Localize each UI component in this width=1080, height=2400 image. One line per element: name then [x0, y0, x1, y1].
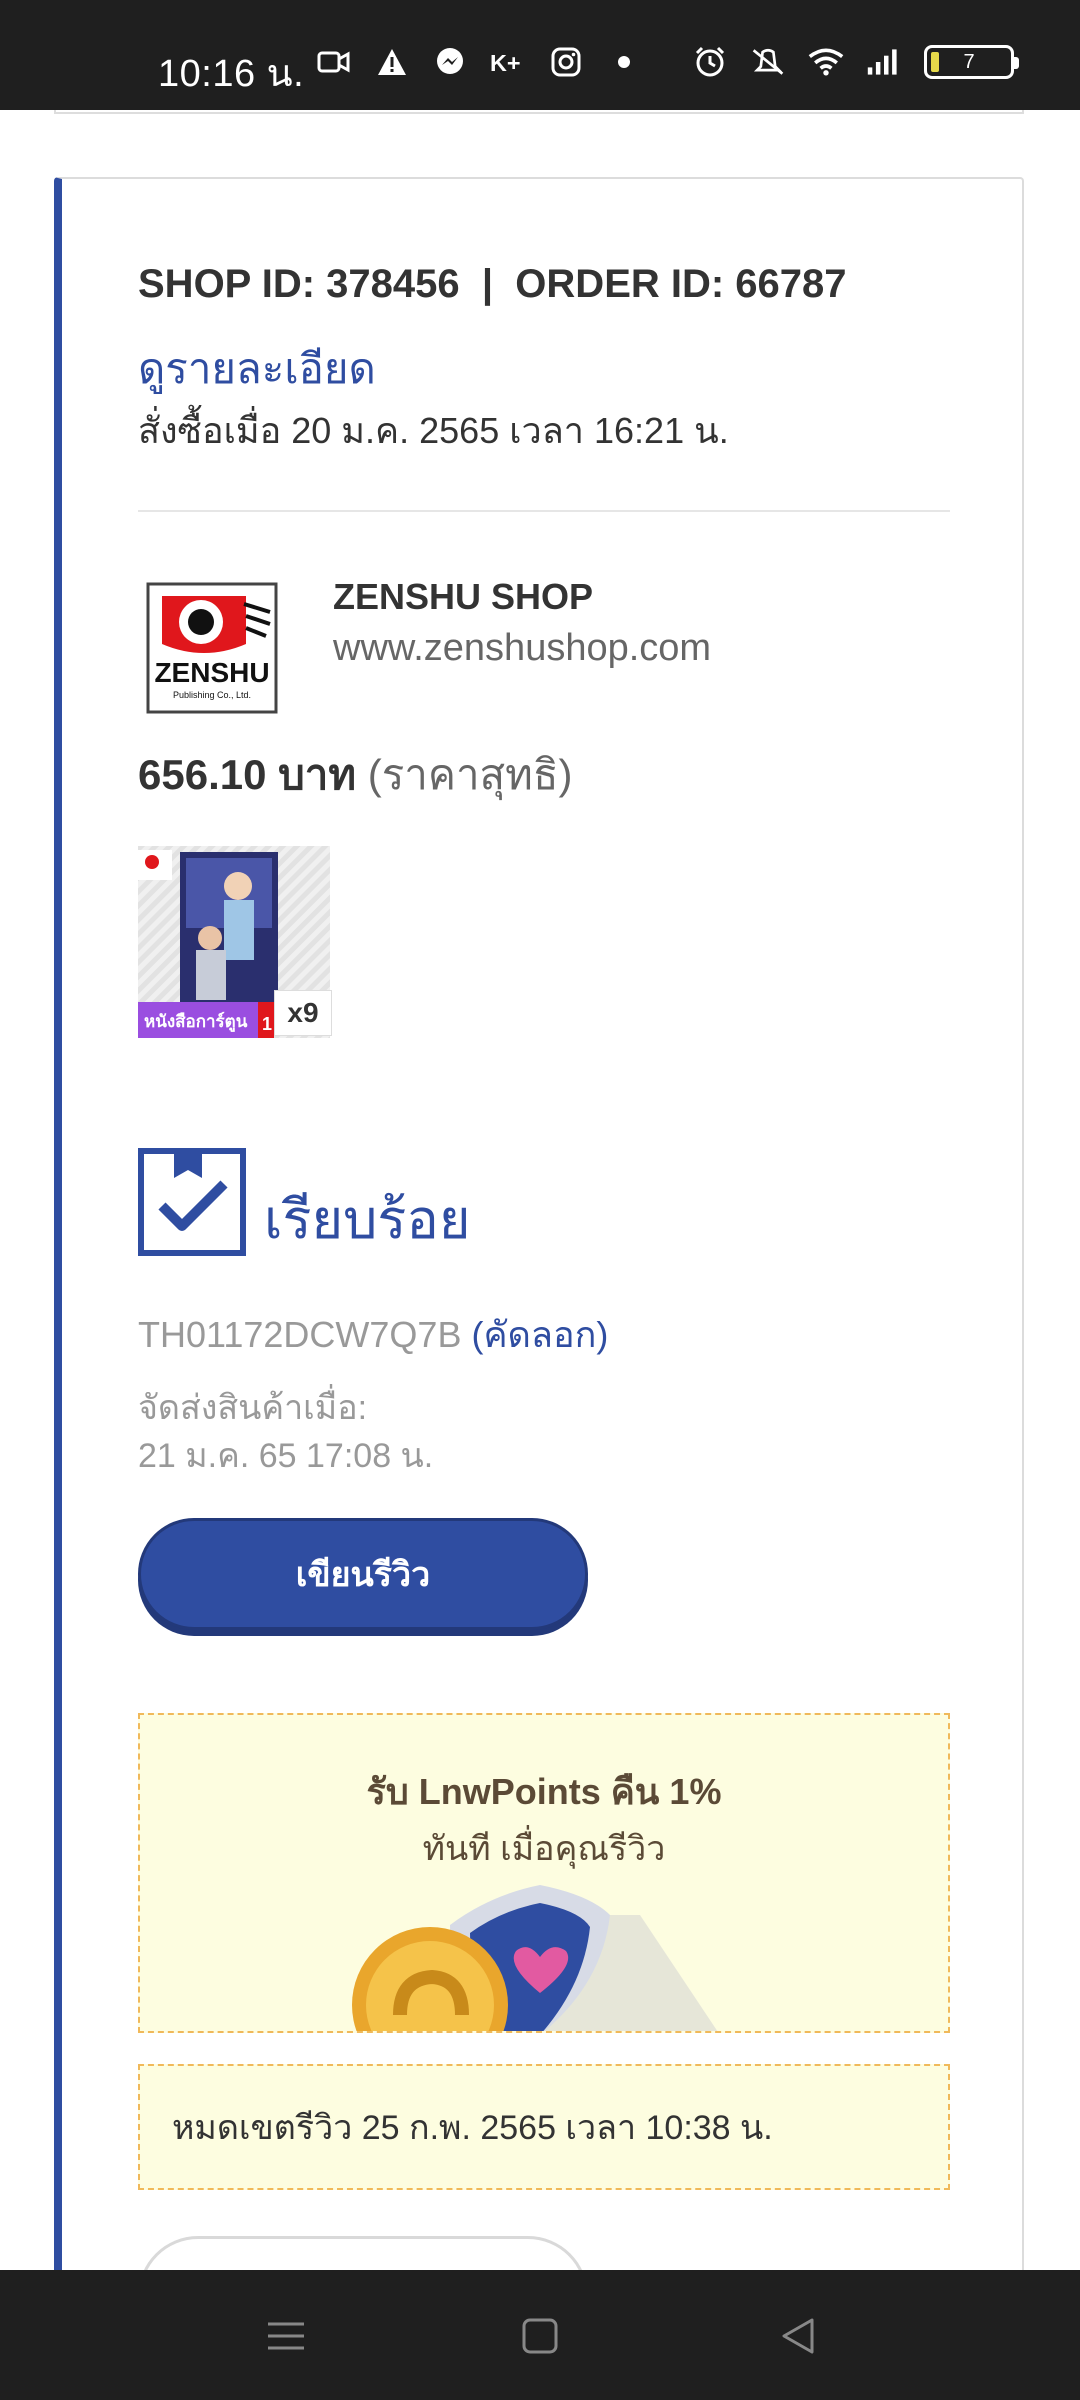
quantity-badge: x9	[274, 990, 332, 1036]
svg-text:K+: K+	[490, 50, 521, 76]
instagram-icon	[548, 44, 584, 80]
home-square-icon[interactable]	[518, 2314, 562, 2358]
copy-tracking-link[interactable]: (คัดลอก)	[471, 1314, 608, 1355]
write-review-button[interactable]: เขียนรีวิว	[138, 1518, 588, 1630]
warning-icon	[374, 44, 410, 80]
delivery-status: เรียบร้อย	[264, 1190, 471, 1250]
svg-text:Publishing Co., Ltd.: Publishing Co., Ltd.	[173, 690, 251, 700]
menu-icon[interactable]	[264, 2314, 308, 2358]
tracking-number: TH01172DCW7Q7B	[138, 1314, 462, 1355]
promo-subtitle: ทันที เมื่อคุณรีวิว	[422, 1830, 666, 1868]
order-ids: SHOP ID: 378456 | ORDER ID: 66787	[138, 262, 847, 306]
product-category-label: หนังสือการ์ตูน	[144, 1011, 248, 1033]
svg-text:1: 1	[262, 1014, 272, 1034]
view-details-link[interactable]: ดูรายละเอียด	[138, 336, 376, 402]
review-deadline: หมดเขตรีวิว 25 ก.พ. 2565 เวลา 10:38 น.	[138, 2064, 950, 2190]
price: 656.10 บาท (ราคาสุทธิ)	[138, 742, 572, 808]
back-triangle-icon[interactable]	[776, 2314, 820, 2358]
status-icons-left: K+	[316, 44, 642, 80]
shop-url[interactable]: www.zenshushop.com	[333, 627, 711, 670]
status-icons-right: 7	[692, 44, 1019, 80]
signal-icon	[866, 44, 902, 80]
delivered-check-icon	[138, 1148, 246, 1256]
video-camera-icon	[316, 44, 352, 80]
shop-name[interactable]: ZENSHU SHOP	[333, 576, 593, 618]
wifi-icon	[808, 44, 844, 80]
coin-shield-illustration	[340, 1875, 760, 2031]
order-date: สั่งซื้อเมื่อ 20 ม.ค. 2565 เวลา 16:21 น.	[138, 410, 729, 451]
previous-card-edge	[54, 110, 1024, 114]
promo-title: รับ LnwPoints คืน 1%	[366, 1771, 722, 1812]
alarm-icon	[692, 44, 728, 80]
svg-text:ZENSHU: ZENSHU	[154, 657, 269, 688]
shop-logo[interactable]: ZENSHU Publishing Co., Ltd.	[146, 582, 278, 714]
tracking-line: TH01172DCW7Q7B (คัดลอก)	[138, 1306, 608, 1363]
shipped-label: จัดส่งสินค้าเมื่อ:	[138, 1389, 368, 1427]
price-amount: 656.10 บาท	[138, 751, 357, 798]
price-note: (ราคาสุทธิ)	[367, 751, 573, 798]
shipped-date: 21 ม.ค. 65 17:08 น.	[138, 1437, 434, 1475]
mute-icon	[750, 44, 786, 80]
review-promo-box: รับ LnwPoints คืน 1% ทันที เมื่อคุณรีวิว	[138, 1713, 950, 2033]
battery-icon: 7	[924, 45, 1019, 79]
k-plus-icon: K+	[490, 44, 526, 80]
dot-icon	[606, 44, 642, 80]
navigation-bar	[0, 2270, 1080, 2400]
status-bar: 10:16 น. K+ 7	[0, 0, 1080, 110]
battery-level: 7	[963, 51, 975, 73]
status-time: 10:16 น.	[158, 53, 305, 95]
messenger-icon	[432, 44, 468, 80]
divider	[138, 510, 950, 512]
